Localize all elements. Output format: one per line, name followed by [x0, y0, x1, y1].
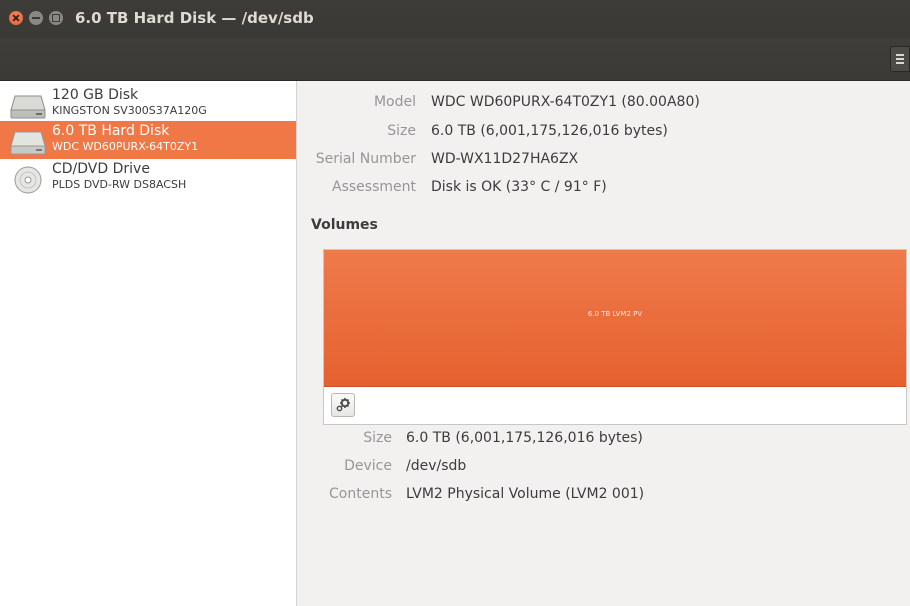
partition-options-button[interactable]: [331, 393, 355, 417]
drive-name: 6.0 TB Hard Disk: [52, 123, 170, 139]
app-menu-button[interactable]: [890, 46, 910, 72]
assessment-label: Assessment: [332, 179, 416, 195]
optical-disc-icon: [14, 166, 42, 194]
drive-item-6tb[interactable]: 6.0 TB Hard Disk WDC WD60PURX-64T0ZY1: [0, 121, 296, 159]
drive-item-120gb[interactable]: 120 GB Disk KINGSTON SV300S37A120G: [0, 85, 296, 123]
drive-name: 120 GB Disk: [52, 87, 139, 103]
device-label: Device: [344, 458, 392, 474]
drive-list: 120 GB Disk KINGSTON SV300S37A120G 6.0 T…: [0, 81, 297, 606]
model-value: WDC WD60PURX-64T0ZY1 (80.00A80): [431, 94, 700, 110]
size-value: 6.0 TB (6,001,175,126,016 bytes): [431, 123, 668, 139]
partition-size-value: 6.0 TB (6,001,175,126,016 bytes): [406, 430, 643, 446]
minimize-window-button[interactable]: [29, 11, 43, 25]
menu-icon-line: [896, 62, 904, 64]
maximize-window-button[interactable]: [49, 11, 63, 25]
model-label: Model: [373, 94, 416, 110]
partition-block[interactable]: 6.0 TB LVM2 PV: [324, 250, 906, 387]
hard-disk-icon: [10, 131, 46, 155]
assessment-value: Disk is OK (33° C / 91° F): [431, 179, 607, 195]
volumes-heading: Volumes: [311, 217, 378, 233]
size-label: Size: [387, 123, 416, 139]
drive-model: PLDS DVD-RW DS8ACSH: [52, 178, 187, 191]
drive-model: WDC WD60PURX-64T0ZY1: [52, 140, 199, 153]
menu-icon-line: [896, 58, 904, 60]
title-bar: 6.0 TB Hard Disk — /dev/sdb: [0, 0, 910, 38]
header-bar: [0, 38, 910, 81]
disk-details-pane: Model WDC WD60PURX-64T0ZY1 (80.00A80) Si…: [297, 81, 910, 606]
serial-number-value: WD-WX11D27HA6ZX: [431, 151, 579, 167]
contents-label: Contents: [329, 486, 392, 502]
serial-number-label: Serial Number: [315, 151, 416, 167]
partition-label: 6.0 TB LVM2 PV: [587, 310, 643, 318]
close-window-button[interactable]: [9, 11, 23, 25]
menu-icon: [896, 54, 904, 56]
contents-value: LVM2 Physical Volume (LVM2 001): [406, 486, 645, 502]
hard-disk-icon: [10, 95, 46, 119]
window-title: 6.0 TB Hard Disk — /dev/sdb: [75, 9, 314, 27]
device-value: /dev/sdb: [406, 458, 467, 474]
volumes-graph: 6.0 TB LVM2 PV: [323, 249, 907, 425]
gear-icon: [336, 398, 350, 412]
drive-item-cd-dvd[interactable]: CD/DVD Drive PLDS DVD-RW DS8ACSH: [0, 159, 296, 197]
drive-name: CD/DVD Drive: [52, 161, 150, 177]
partition-size-label: Size: [363, 430, 392, 446]
drive-model: KINGSTON SV300S37A120G: [52, 104, 207, 117]
